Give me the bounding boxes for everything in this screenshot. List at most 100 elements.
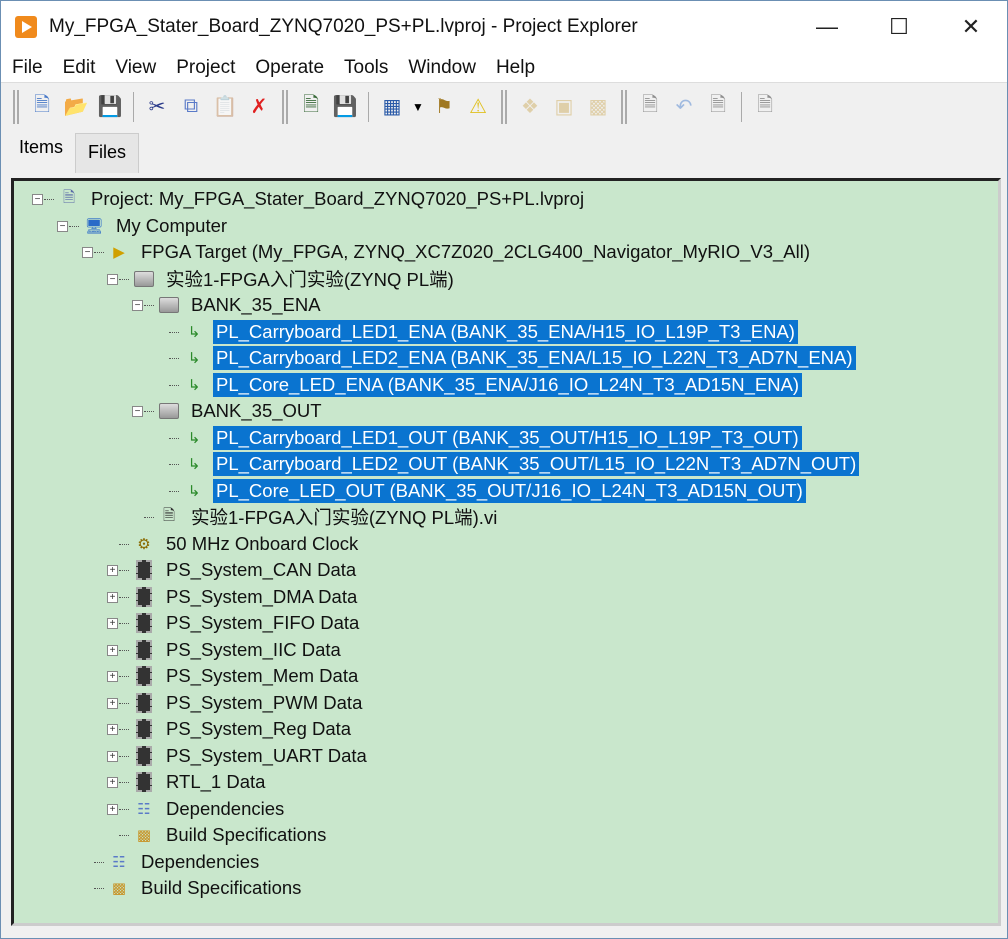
tree-item[interactable]: ↳ PL_Carryboard_LED1_ENA (BANK_35_ENA/H15…	[169, 319, 798, 345]
tree-connector	[119, 649, 129, 651]
dropdown-arrow-icon[interactable]: ▼	[411, 92, 425, 122]
tree-item-label: 50 MHz Onboard Clock	[166, 532, 359, 554]
collapse-icon[interactable]: −	[57, 220, 68, 232]
menu-file[interactable]: File	[1, 57, 52, 79]
tree-connector	[169, 464, 179, 465]
add-icon[interactable]: 🗎	[750, 92, 780, 122]
tree-item[interactable]: + PS_System_Mem Data	[107, 663, 361, 689]
expand-icon[interactable]: +	[107, 671, 118, 682]
toolbar-grip[interactable]	[13, 89, 19, 124]
toolbar-grip[interactable]	[282, 89, 288, 124]
copy-icon[interactable]: ⧉	[176, 92, 206, 122]
tree-item-label: PL_Core_LED_ENA (BANK_35_ENA/J16_IO_L24N…	[213, 372, 803, 397]
tree-item[interactable]: ↳ PL_Core_LED_OUT (BANK_35_OUT/J16_IO_L24…	[169, 478, 806, 504]
deploy-icon[interactable]: ⚑	[429, 92, 459, 122]
check-icon[interactable]: 🗎	[635, 92, 665, 122]
tree-item[interactable]: + PS_System_FIFO Data	[107, 610, 362, 636]
delete-icon[interactable]: ✗	[244, 92, 274, 122]
view-options-icon[interactable]: ▦	[377, 92, 407, 122]
tree-item[interactable]: ▩ Build Specifications	[94, 875, 304, 901]
tree-item[interactable]: + RTL_1 Data	[107, 769, 268, 795]
cut-icon[interactable]: ✂	[142, 92, 172, 122]
menu-help[interactable]: Help	[485, 57, 544, 79]
tree-connector	[119, 623, 129, 624]
expand-icon[interactable]: +	[107, 724, 118, 735]
build-icon[interactable]: ❖	[515, 92, 545, 122]
minimize-button[interactable]: —	[791, 1, 863, 53]
tree-item[interactable]: + PS_System_DMA Data	[107, 584, 360, 610]
paste-icon[interactable]: 📋	[210, 92, 240, 122]
tree-item-label: RTL_1 Data	[166, 771, 266, 792]
tree-item[interactable]: − ▶ FPGA Target (My_FPGA, ZYNQ_XC7Z020_2CL…	[82, 239, 813, 265]
tree-connector	[119, 755, 129, 757]
tree-item[interactable]: ↳ PL_Carryboard_LED2_ENA (BANK_35_ENA/L15…	[169, 345, 856, 371]
tree-item-label: PS_System_PWM Data	[166, 691, 363, 713]
tree-item[interactable]: ↳ PL_Carryboard_LED2_OUT (BANK_35_OUT/L15…	[169, 451, 860, 477]
tree-connector	[144, 411, 154, 412]
menu-project[interactable]: Project	[165, 57, 244, 79]
data-icon	[133, 771, 155, 793]
tab-files[interactable]: Files	[75, 133, 140, 173]
menu-tools[interactable]: Tools	[333, 57, 397, 79]
save-project-icon[interactable]: 💾	[330, 92, 360, 122]
tree-item[interactable]: + PS_System_Reg Data	[107, 716, 354, 742]
dependencies-icon: ☷	[137, 800, 151, 818]
tree-item[interactable]: − BANK_35_OUT	[132, 398, 325, 424]
data-icon	[133, 586, 155, 608]
tree-item[interactable]: − 实验1-FPGA入门实验(ZYNQ PL端)	[107, 266, 457, 292]
tree-item[interactable]: + PS_System_IIC Data	[107, 637, 344, 663]
tree-item[interactable]: + ☷ Dependencies	[107, 796, 287, 822]
menu-edit[interactable]: Edit	[52, 57, 105, 79]
collapse-icon[interactable]: −	[107, 273, 118, 285]
save-all-icon[interactable]: 💾	[95, 92, 125, 122]
undo-icon[interactable]: ↶	[669, 92, 699, 122]
expand-icon[interactable]: +	[107, 697, 118, 709]
tree-item-label: 实验1-FPGA入门实验(ZYNQ PL端).vi	[191, 507, 498, 528]
collapse-icon[interactable]: −	[132, 406, 143, 417]
menu-window[interactable]: Window	[397, 57, 485, 79]
tree-item[interactable]: ↳ PL_Carryboard_LED1_OUT (BANK_35_OUT/H15…	[169, 425, 802, 451]
tree-item[interactable]: + PS_System_CAN Data	[107, 557, 359, 583]
collapse-icon[interactable]: −	[82, 247, 93, 258]
collapse-icon[interactable]: −	[132, 300, 143, 311]
package-icon[interactable]: ▩	[583, 92, 613, 122]
close-button[interactable]: ✕	[935, 1, 1007, 53]
tree-connector	[119, 835, 129, 836]
menu-operate[interactable]: Operate	[244, 57, 333, 79]
expand-icon[interactable]: +	[107, 618, 118, 629]
maximize-button[interactable]: ☐	[863, 1, 935, 53]
warning-icon[interactable]: ⚠	[463, 92, 493, 122]
toolbar-grip[interactable]	[621, 89, 627, 124]
data-icon	[133, 665, 155, 687]
tree-item[interactable]: + PS_System_PWM Data	[107, 690, 365, 716]
menu-view[interactable]: View	[104, 57, 165, 79]
move-icon[interactable]: 🗎	[703, 92, 733, 122]
tab-items[interactable]: Items	[7, 131, 76, 171]
build-spec-icon[interactable]: ▣	[549, 92, 579, 122]
tree-item[interactable]: + PS_System_UART Data	[107, 743, 370, 769]
expand-icon[interactable]: +	[107, 777, 118, 788]
collapse-icon[interactable]: −	[32, 194, 43, 205]
data-icon	[133, 612, 155, 634]
expand-icon[interactable]: +	[107, 644, 118, 656]
tree-item[interactable]: ▩ Build Specifications	[119, 822, 329, 848]
tree-item[interactable]: − 🗎 Project: My_FPGA_Stater_Board_ZYNQ7020…	[32, 186, 587, 212]
tree-item[interactable]: ⚙ 50 MHz Onboard Clock	[119, 531, 361, 557]
tree-item[interactable]: ↳ PL_Core_LED_ENA (BANK_35_ENA/J16_IO_L24…	[169, 372, 803, 398]
expand-icon[interactable]: +	[107, 591, 118, 603]
tree-item[interactable]: − BANK_35_ENA	[132, 292, 324, 318]
tree-item[interactable]: ☷ Dependencies	[94, 849, 262, 875]
expand-icon[interactable]: +	[107, 750, 118, 762]
expand-icon[interactable]: +	[107, 803, 118, 815]
toolbar-grip[interactable]	[501, 89, 507, 124]
tree-item-label: Project: My_FPGA_Stater_Board_ZYNQ7020_P…	[91, 188, 585, 209]
open-folder-icon[interactable]: 📂	[61, 92, 91, 122]
expand-icon[interactable]: +	[107, 565, 118, 576]
tree-item[interactable]: − 🖥 My Computer	[57, 213, 230, 239]
tree-item[interactable]: 🗎 实验1-FPGA入门实验(ZYNQ PL端).vi	[144, 504, 500, 530]
new-icon[interactable]: 🗎	[27, 92, 57, 122]
project-properties-icon[interactable]: 🗎	[296, 92, 326, 122]
tree-item-label: PS_System_Reg Data	[166, 718, 352, 739]
project-icon: 🗎	[62, 188, 76, 206]
project-tree[interactable]: − 🗎 Project: My_FPGA_Stater_Board_ZYNQ7020…	[11, 178, 1001, 926]
